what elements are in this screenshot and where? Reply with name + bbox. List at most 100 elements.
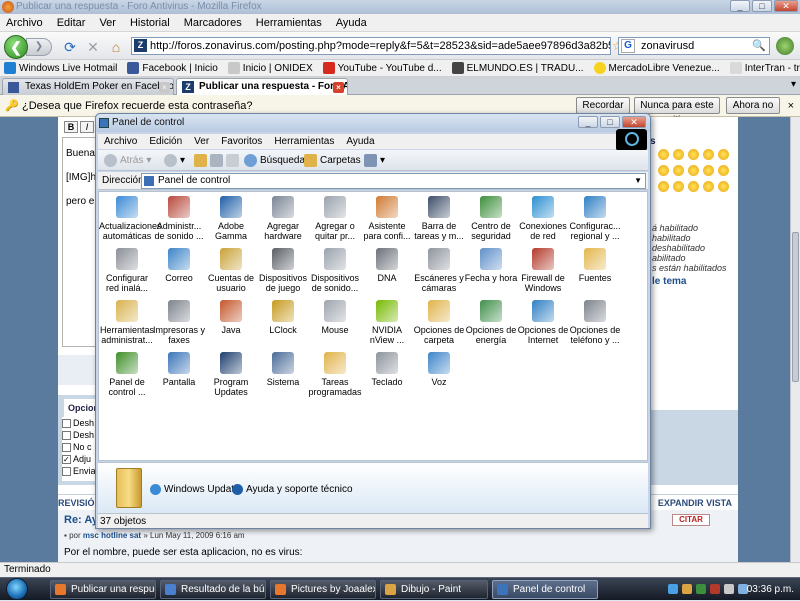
cp-delete-button[interactable] xyxy=(226,150,239,171)
cp-item-printer[interactable]: Impresoras y faxes xyxy=(151,300,207,345)
taskbar-button[interactable]: Pictures by Joaalexa ... xyxy=(270,580,376,599)
control-panel-titlebar[interactable]: Panel de control _ □ ✕ xyxy=(96,114,650,132)
cp-copy-button[interactable] xyxy=(210,150,223,171)
smiley-icon[interactable] xyxy=(673,149,684,160)
home-icon[interactable]: ⌂ xyxy=(108,39,124,55)
smiley-icon[interactable] xyxy=(703,181,714,192)
tray-icon[interactable] xyxy=(668,584,678,594)
cp-item-fonts-folder[interactable]: Fuentes xyxy=(567,248,623,283)
tray-icon[interactable] xyxy=(710,584,720,594)
option-checkbox-checked[interactable]: ✓ xyxy=(62,454,71,464)
reload-icon[interactable]: ⟳ xyxy=(62,39,78,55)
cp-item-internet[interactable]: Opciones de Internet xyxy=(515,300,571,345)
bookmark-facebook[interactable]: Facebook | Inicio xyxy=(127,60,218,76)
cp-item-tasks-folder[interactable]: Tareas programadas xyxy=(307,352,363,397)
remember-button[interactable]: Recordar xyxy=(576,97,630,114)
cp-item-gamepad[interactable]: Dispositivos de juego xyxy=(255,248,311,293)
tray-icon[interactable] xyxy=(724,584,734,594)
menu-marcadores[interactable]: Marcadores xyxy=(184,14,242,31)
taskbar-button[interactable]: Dibujo - Paint xyxy=(380,580,488,599)
tray-icon[interactable] xyxy=(682,584,692,594)
not-now-button[interactable]: Ahora no xyxy=(726,97,780,114)
smiley-icon[interactable] xyxy=(703,149,714,160)
tab-close-icon[interactable]: × xyxy=(159,82,170,93)
topic-link[interactable]: le tema xyxy=(652,276,686,287)
bookmark-mercadolibre[interactable]: MercadoLibre Venezue... xyxy=(593,60,720,76)
cp-item-mouse[interactable]: Mouse xyxy=(307,300,363,335)
close-button[interactable]: ✕ xyxy=(774,0,798,12)
bookmark-elmundo[interactable]: ELMUNDO.ES | TRADU... xyxy=(451,60,584,76)
forward-button[interactable]: ❯ xyxy=(26,38,52,56)
cp-minimize-button[interactable]: _ xyxy=(578,116,598,128)
italic-button[interactable]: I xyxy=(80,121,94,133)
smiley-icon[interactable] xyxy=(718,165,729,176)
clock[interactable]: 03:36 p.m. xyxy=(747,578,794,601)
tab-poker[interactable]: Texas HoldEm Poker en Facebook × xyxy=(2,78,174,95)
cp-folders-button[interactable]: Carpetas xyxy=(304,150,361,171)
minimize-button[interactable]: _ xyxy=(730,0,750,12)
menu-ayuda[interactable]: Ayuda xyxy=(336,14,367,31)
tab-publicar[interactable]: Z Publicar una respuesta - Foro Anti... … xyxy=(176,78,348,95)
cp-item-admin-tools[interactable]: Herramientas administrat... xyxy=(99,300,155,345)
option-checkbox[interactable] xyxy=(62,430,71,440)
tab-list-icon[interactable]: ▾ xyxy=(791,79,796,90)
cp-item-shield[interactable]: Centro de seguridad xyxy=(463,196,519,241)
smiley-icon[interactable] xyxy=(688,165,699,176)
cp-item-java[interactable]: Java xyxy=(203,300,259,335)
cp-item-scanner[interactable]: Escáneres y cámaras xyxy=(411,248,467,293)
cp-item-nvidia-panel[interactable]: Panel de control ... xyxy=(99,352,155,397)
smiley-icon[interactable] xyxy=(688,181,699,192)
cp-item-taskbar[interactable]: Barra de tareas y m... xyxy=(411,196,467,241)
cp-item-house[interactable]: Asistente para confi... xyxy=(359,196,415,241)
menu-herramientas[interactable]: Herramientas xyxy=(256,14,322,31)
cp-item-phone[interactable]: Opciones de teléfono y ... xyxy=(567,300,623,345)
option-checkbox[interactable] xyxy=(62,442,71,452)
smiley-icon[interactable] xyxy=(658,149,669,160)
help-support-link[interactable]: Ayuda y soporte técnico xyxy=(232,484,353,495)
cp-item-system[interactable]: Sistema xyxy=(255,352,311,387)
cp-views-button[interactable]: ▾ xyxy=(364,150,385,171)
address-input[interactable]: Panel de control ▼ xyxy=(141,173,646,189)
cp-maximize-button[interactable]: □ xyxy=(600,116,620,128)
cp-item-programs[interactable]: Agregar o quitar pr... xyxy=(307,196,363,241)
tray-icon[interactable] xyxy=(696,584,706,594)
expand-view-link[interactable]: EXPANDIR VISTA xyxy=(658,495,732,511)
cp-item-globe[interactable]: Configurac... regional y ... xyxy=(567,196,623,241)
smiley-icon[interactable] xyxy=(703,165,714,176)
taskbar-button[interactable]: Resultado de la búsq... xyxy=(160,580,266,599)
smiley-icon[interactable] xyxy=(673,181,684,192)
smiley-icon[interactable] xyxy=(718,149,729,160)
cp-item-update[interactable]: Actualizaciones automáticas xyxy=(99,196,162,241)
quote-button[interactable]: CITAR xyxy=(672,514,710,526)
reply-title[interactable]: Re: Ay xyxy=(64,514,98,526)
scrollbar-thumb[interactable] xyxy=(792,232,799,382)
cp-item-firewall[interactable]: Firewall de Windows xyxy=(515,248,571,293)
bookmark-hotmail[interactable]: Windows Live Hotmail xyxy=(4,60,117,76)
maximize-button[interactable]: □ xyxy=(752,0,772,12)
cp-item-sound-device[interactable]: Dispositivos de sonido... xyxy=(307,248,363,293)
cp-back-button[interactable]: Atrás ▾ xyxy=(104,150,151,171)
bookmark-onidex[interactable]: Inicio | ONIDEX xyxy=(227,60,313,76)
notification-close-icon[interactable]: × xyxy=(788,95,794,117)
menu-historial[interactable]: Historial xyxy=(130,14,170,31)
page-scrollbar[interactable] xyxy=(790,117,800,562)
menu-editar[interactable]: Editar xyxy=(57,14,86,31)
cp-item-program-updates[interactable]: Program Updates xyxy=(203,352,259,397)
bold-button[interactable]: B xyxy=(64,121,78,133)
option-checkbox[interactable] xyxy=(62,418,71,428)
taskbar-button[interactable]: Panel de control xyxy=(492,580,598,599)
address-dropdown-icon[interactable]: ▼ xyxy=(634,174,642,188)
cp-item-hardware[interactable]: Agregar hardware xyxy=(255,196,311,241)
taskbar-button[interactable]: Publicar una respues... xyxy=(50,580,156,599)
smiley-icon[interactable] xyxy=(718,181,729,192)
cp-item-speaker[interactable]: Administr... de sonido ... xyxy=(151,196,207,241)
start-button[interactable] xyxy=(6,578,28,600)
search-icon[interactable]: 🔍 xyxy=(752,38,766,54)
cp-item-wireless[interactable]: Configurar red inalá... xyxy=(99,248,155,293)
cp-menu-herramientas[interactable]: Herramientas xyxy=(274,134,334,149)
search-input[interactable]: G zonavirusd 🔍 xyxy=(618,37,770,55)
option-checkbox[interactable] xyxy=(62,466,71,476)
cp-up-button[interactable] xyxy=(194,150,207,171)
cp-item-dna[interactable]: DNA xyxy=(359,248,415,283)
back-button[interactable]: ❮ xyxy=(4,35,28,59)
